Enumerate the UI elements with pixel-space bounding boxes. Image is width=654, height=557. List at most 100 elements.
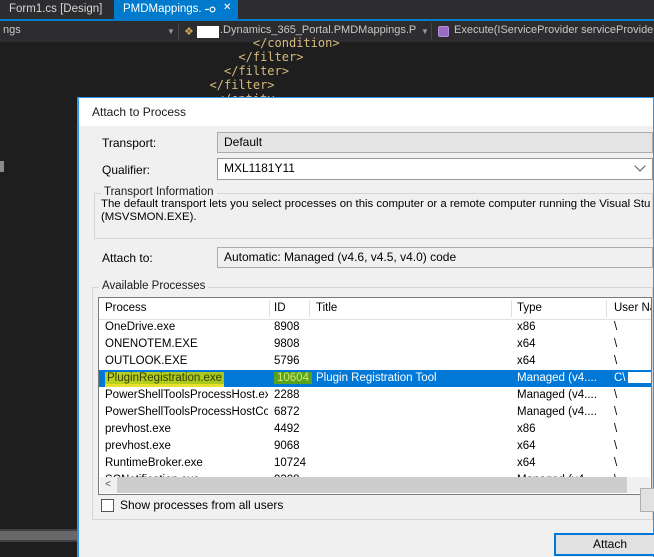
scroll-left-arrow[interactable]: < bbox=[100, 477, 116, 493]
code-editor-text: </condition> </filter> </filter> </filte… bbox=[209, 36, 340, 106]
cell-process: OUTLOOK.EXE bbox=[105, 355, 188, 367]
redaction bbox=[619, 423, 646, 435]
column-divider[interactable] bbox=[269, 300, 270, 317]
process-row[interactable]: ONENOTEM.EXE 9808 x64 \ bbox=[99, 336, 651, 353]
cell-type: x64 bbox=[517, 338, 536, 350]
tab-form1-label: Form1.cs [Design] bbox=[9, 3, 103, 15]
column-header-user[interactable]: User Na bbox=[614, 298, 651, 315]
column-divider[interactable] bbox=[511, 300, 512, 317]
attach-button[interactable]: Attach bbox=[554, 533, 654, 556]
redaction bbox=[619, 389, 646, 401]
method-icon bbox=[438, 26, 449, 37]
process-row[interactable]: OneDrive.exe 8908 x86 \ bbox=[99, 319, 651, 336]
show-all-users-label: Show processes from all users bbox=[120, 498, 284, 512]
cell-user: \ bbox=[614, 404, 651, 421]
close-icon[interactable]: ✕ bbox=[223, 2, 231, 13]
scrollbar-thumb[interactable] bbox=[0, 531, 78, 540]
cell-id: 10604 bbox=[274, 370, 314, 387]
process-row[interactable]: prevhost.exe 9068 x64 \ bbox=[99, 438, 651, 455]
attach-to-value: Automatic: Managed (v4.6, v4.5, v4.0) co… bbox=[224, 250, 457, 264]
chevron-down-icon[interactable] bbox=[634, 160, 646, 172]
cell-type: x64 bbox=[517, 355, 536, 367]
transport-label: Transport: bbox=[102, 136, 157, 150]
column-header-type[interactable]: Type bbox=[517, 298, 609, 315]
cell-process: RuntimeBroker.exe bbox=[105, 457, 203, 469]
redaction bbox=[627, 372, 651, 384]
cell-process: PluginRegistration.exe bbox=[105, 370, 268, 387]
cell-type: x64 bbox=[517, 457, 536, 469]
cell-title bbox=[316, 319, 512, 336]
refresh-button-partial[interactable] bbox=[640, 488, 654, 512]
process-row[interactable]: RuntimeBroker.exe 10724 x64 \ bbox=[99, 455, 651, 472]
cell-process: prevhost.exe bbox=[105, 440, 171, 452]
navbar-divider bbox=[431, 23, 432, 40]
marker-highlight: PluginRegistration.exe bbox=[105, 372, 225, 384]
column-header-process[interactable]: Process bbox=[105, 298, 268, 315]
chevron-down-icon[interactable]: ▼ bbox=[167, 27, 175, 36]
transport-information-label: Transport Information bbox=[101, 186, 217, 198]
scrollbar-thumb[interactable] bbox=[117, 477, 627, 493]
tab-form1[interactable]: Form1.cs [Design] bbox=[0, 0, 112, 19]
cell-title bbox=[316, 387, 512, 404]
cell-id: 6872 bbox=[274, 406, 300, 418]
redaction bbox=[619, 355, 646, 367]
cell-type: Managed (v4.... bbox=[517, 406, 597, 418]
attach-to-field[interactable]: Automatic: Managed (v4.6, v4.5, v4.0) co… bbox=[217, 247, 653, 268]
column-divider[interactable] bbox=[309, 300, 310, 317]
process-list-horizontal-scrollbar[interactable]: < bbox=[100, 477, 650, 493]
process-row[interactable]: PowerShellToolsProcessHostCons... 6872 Man… bbox=[99, 404, 651, 421]
dialog-titlebar: Attach to Process bbox=[79, 98, 653, 126]
cell-process: PowerShellToolsProcessHost.exe bbox=[105, 389, 268, 401]
cell-id: 9068 bbox=[274, 440, 300, 452]
marker-highlight: 10604 bbox=[274, 372, 312, 384]
cell-user: C\ bbox=[614, 370, 651, 387]
cell-type: x86 bbox=[517, 321, 536, 333]
cell-title bbox=[316, 353, 512, 370]
available-processes-group: Available Processes Process ID Title Typ… bbox=[92, 280, 653, 520]
cell-title bbox=[316, 455, 512, 472]
qualifier-combobox[interactable]: MXL1181Y11 bbox=[217, 158, 653, 180]
editor-margin-mark bbox=[0, 161, 4, 172]
chevron-down-icon[interactable]: ▼ bbox=[421, 27, 429, 36]
process-list-rows: OneDrive.exe 8908 x86 \ ONENOTEM.EXE 9808 x64 \… bbox=[99, 319, 651, 489]
process-row[interactable]: PowerShellToolsProcessHost.exe 2288 Manage… bbox=[99, 387, 651, 404]
pin-icon[interactable] bbox=[205, 4, 216, 18]
column-divider[interactable] bbox=[606, 300, 607, 317]
cell-user: \ bbox=[614, 336, 651, 353]
editor-horizontal-scrollbar[interactable] bbox=[0, 529, 78, 542]
cell-process: ONENOTEM.EXE bbox=[105, 338, 198, 350]
attach-to-process-dialog: Attach to Process Transport: Default Qua… bbox=[77, 97, 654, 557]
redaction bbox=[619, 440, 646, 452]
available-processes-label: Available Processes bbox=[99, 280, 209, 292]
cell-process: prevhost.exe bbox=[105, 423, 171, 435]
cell-id: 9808 bbox=[274, 338, 300, 350]
tab-pmdmappings-label: PMDMappings.cs bbox=[123, 3, 214, 15]
cell-id: 2288 bbox=[274, 389, 300, 401]
project-dropdown[interactable]: ngs bbox=[3, 24, 21, 36]
member-dropdown[interactable]: Execute(IServiceProvider serviceProvider… bbox=[454, 24, 654, 36]
qualifier-value: MXL1181Y11 bbox=[224, 161, 295, 175]
process-row[interactable]: prevhost.exe 4492 x86 \ bbox=[99, 421, 651, 438]
cell-user: \ bbox=[614, 421, 651, 438]
tab-controls: ✕ bbox=[202, 0, 238, 19]
show-all-users-checkbox[interactable] bbox=[101, 499, 114, 512]
cell-user: \ bbox=[614, 353, 651, 370]
transport-value: Default bbox=[224, 135, 263, 149]
redaction bbox=[619, 338, 646, 350]
cell-title bbox=[316, 404, 512, 421]
column-header-title[interactable]: Title bbox=[316, 298, 512, 315]
redaction bbox=[619, 457, 646, 469]
process-row[interactable]: OUTLOOK.EXE 5796 x64 \ bbox=[99, 353, 651, 370]
column-header-id[interactable]: ID bbox=[274, 298, 314, 315]
cell-user: \ bbox=[614, 455, 651, 472]
cell-user: \ bbox=[614, 319, 651, 336]
document-tab-bar: Form1.cs [Design] PMDMappings.cs ✕ bbox=[0, 0, 654, 19]
redaction bbox=[619, 406, 646, 418]
type-dropdown[interactable]: .Dynamics_365_Portal.PMDMappings.PMDMap bbox=[220, 24, 416, 36]
process-row[interactable]: PluginRegistration.exe 10604 Plugin Regist… bbox=[99, 370, 651, 387]
transport-dropdown[interactable]: Default bbox=[217, 132, 653, 153]
process-list-header: Process ID Title Type User Na bbox=[99, 298, 651, 320]
cell-id: 10724 bbox=[274, 457, 306, 469]
attach-to-label: Attach to: bbox=[102, 251, 153, 265]
process-list: Process ID Title Type User Na OneDrive.e… bbox=[98, 297, 652, 495]
